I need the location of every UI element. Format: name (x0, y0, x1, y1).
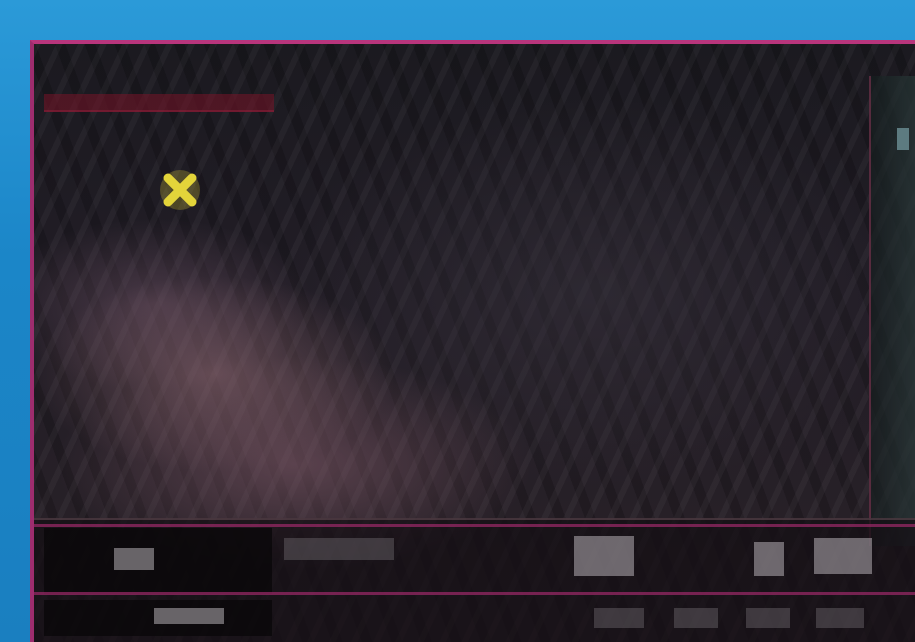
header-strip (44, 94, 274, 112)
hud-secondary-slot (154, 608, 224, 624)
bottom-hud (34, 518, 915, 642)
hud-slot-3 (754, 542, 784, 576)
hud-slot-6 (674, 608, 718, 628)
desktop-background (0, 0, 915, 642)
hud-divider-top (34, 524, 915, 527)
hud-divider-mid (34, 592, 915, 595)
hud-slot-1 (284, 538, 394, 560)
hud-secondary-panel (44, 600, 272, 636)
hud-slot-4 (814, 538, 872, 574)
hud-slot-5 (594, 608, 644, 628)
game-window[interactable] (30, 40, 915, 642)
target-x-icon[interactable] (156, 166, 204, 214)
hud-slot-8 (816, 608, 864, 628)
hud-slot-2 (574, 536, 634, 576)
side-panel-indicator (897, 128, 909, 150)
hud-slot-7 (746, 608, 790, 628)
hud-status-slot (114, 548, 154, 570)
hud-status-panel (44, 528, 272, 594)
side-panel (869, 76, 915, 546)
